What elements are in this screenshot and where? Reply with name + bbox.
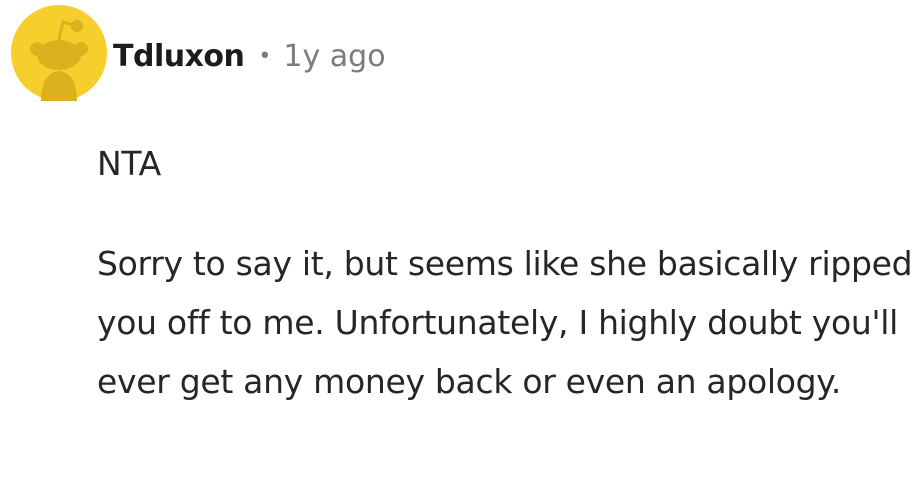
comment: Tdluxon • 1y ago NTA Sorry to say it, bu… (0, 0, 922, 490)
comment-meta: Tdluxon • 1y ago (113, 32, 386, 80)
comment-paragraph: NTA (97, 144, 161, 183)
snoo-avatar-icon (11, 5, 107, 101)
comment-paragraph: Sorry to say it, but seems like she basi… (97, 244, 913, 401)
meta-separator: • (258, 43, 272, 69)
username-link[interactable]: Tdluxon (113, 39, 245, 74)
comment-body: NTA Sorry to say it, but seems like she … (97, 134, 917, 411)
comment-timestamp[interactable]: 1y ago (283, 39, 385, 74)
user-avatar[interactable] (11, 5, 107, 101)
